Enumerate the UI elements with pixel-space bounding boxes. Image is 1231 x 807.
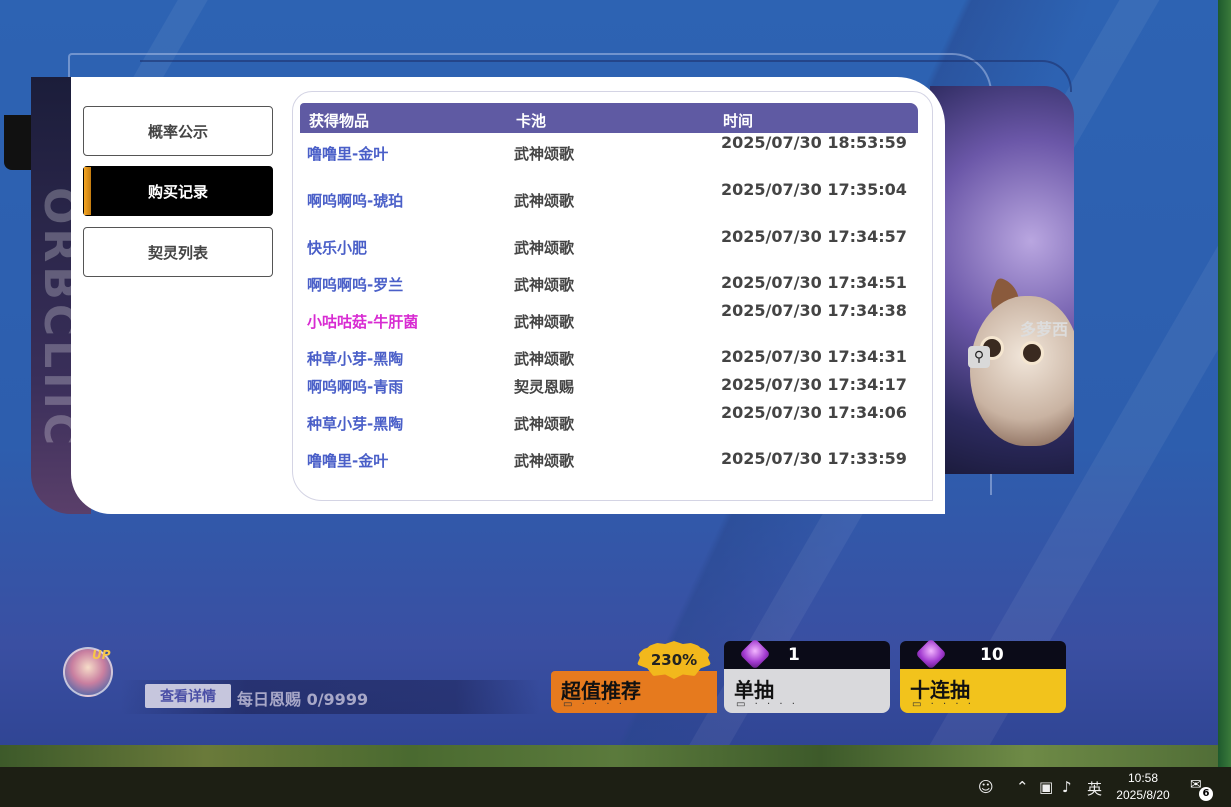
pool-name: 武神颂歌 — [514, 313, 575, 331]
chevron-up-icon[interactable]: ⌃ — [1016, 778, 1029, 796]
tab-label: 概率公示 — [147, 122, 208, 141]
header-pool: 卡池 — [516, 112, 547, 130]
card-top: 1 — [724, 638, 890, 670]
pool-name: 武神颂歌 — [514, 452, 575, 470]
cat-eye — [1020, 341, 1044, 365]
ime-indicator[interactable]: 英 — [1087, 778, 1102, 799]
up-tag: UP — [92, 648, 111, 662]
clock[interactable]: 10:58 2025/8/20 — [1108, 770, 1178, 804]
item-name: 噜噜里-金叶 — [307, 452, 389, 470]
pool-name: 武神颂歌 — [514, 350, 575, 368]
timestamp: 2025/07/30 17:34:51 — [721, 273, 907, 292]
tab-purchase-records[interactable]: 购买记录 — [83, 166, 273, 216]
card-top: 10 — [900, 638, 1066, 670]
item-name: 啊呜啊呜-青雨 — [307, 378, 404, 396]
view-details-button[interactable]: 查看详情 — [145, 684, 231, 708]
pool-name: 契灵恩赐 — [514, 378, 575, 396]
item-name: 种草小芽-黑陶 — [307, 415, 404, 433]
header-item: 获得物品 — [309, 112, 370, 130]
table-header: 获得物品 卡池 时间 — [300, 103, 918, 133]
character-name: 多萝西 — [1019, 320, 1068, 339]
side-tab — [4, 115, 34, 170]
tab-label: 购买记录 — [147, 182, 208, 201]
pool-name: 武神颂歌 — [514, 192, 575, 210]
item-name: 种草小芽-黑陶 — [307, 350, 404, 368]
taskbar: ☺ ⌃ ▣ ♪ 英 10:58 2025/8/20 ✉ 6 — [0, 767, 1231, 807]
timestamp: 2025/07/30 17:34:06 — [721, 403, 907, 422]
tab-probability[interactable]: 概率公示 — [83, 106, 273, 156]
item-name: 啊呜啊呜-罗兰 — [307, 276, 404, 294]
item-name: 小咕咕菇-牛肝菌 — [307, 313, 419, 331]
card-dots: ▭ · · · · — [912, 699, 974, 710]
draw-cost: 10 — [980, 645, 1004, 665]
draw-cost: 1 — [788, 645, 800, 665]
card-dots: ▭ · · · · — [736, 699, 798, 710]
network-icon[interactable]: ▣ — [1039, 778, 1053, 796]
card-dots: ▭ · · · · — [563, 699, 625, 710]
item-name: 噜噜里-金叶 — [307, 145, 389, 163]
pool-name: 武神颂歌 — [514, 415, 575, 433]
ten-draw-button[interactable]: 10 十连抽 ▭ · · · · — [900, 638, 1066, 713]
daily-grace-counter: 每日恩赐 0/9999 — [237, 690, 369, 709]
people-icon[interactable]: ☺ — [978, 778, 994, 796]
window-edge — [1218, 0, 1231, 767]
item-name: 快乐小肥 — [307, 239, 368, 257]
timestamp: 2025/07/30 17:34:57 — [721, 227, 907, 246]
item-name: 啊呜啊呜-琥珀 — [307, 192, 404, 210]
timestamp: 2025/07/30 17:35:04 — [721, 180, 907, 199]
header-time: 时间 — [723, 112, 754, 130]
tab-spirit-list[interactable]: 契灵列表 — [83, 227, 273, 277]
crystal-icon — [739, 638, 771, 670]
pool-name: 武神颂歌 — [514, 145, 575, 163]
pool-name: 武神颂歌 — [514, 276, 575, 294]
pool-name: 武神颂歌 — [514, 239, 575, 257]
crystal-icon — [915, 638, 947, 670]
records-table: 获得物品 卡池 时间 噜噜里-金叶 武神颂歌 2025/07/30 18:53:… — [292, 91, 933, 501]
clock-date: 2025/8/20 — [1116, 788, 1170, 802]
timestamp: 2025/07/30 17:34:38 — [721, 301, 907, 320]
timestamp: 2025/07/30 17:34:17 — [721, 375, 907, 394]
timestamp: 2025/07/30 18:53:59 — [721, 133, 907, 152]
timestamp: 2025/07/30 17:34:31 — [721, 347, 907, 366]
notification-count: 6 — [1199, 787, 1213, 801]
record-panel: 概率公示 购买记录 契灵列表 获得物品 卡池 时间 噜噜里-金叶 武神颂歌 20… — [71, 77, 945, 514]
volume-icon[interactable]: ♪ — [1062, 778, 1072, 796]
tab-label: 契灵列表 — [147, 243, 208, 262]
clock-time: 10:58 — [1127, 771, 1159, 785]
single-draw-button[interactable]: 1 单抽 ▭ · · · · — [724, 638, 890, 713]
timestamp: 2025/07/30 17:33:59 — [721, 449, 907, 468]
